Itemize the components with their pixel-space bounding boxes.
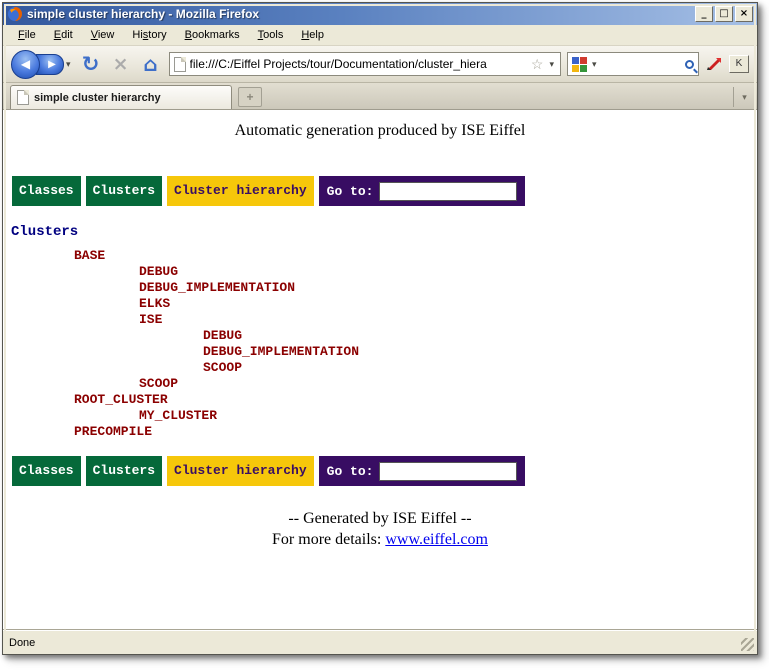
- reload-button[interactable]: ↻: [79, 52, 103, 76]
- url-input[interactable]: [190, 57, 527, 71]
- search-box[interactable]: ▾: [567, 52, 699, 76]
- status-bar: Done: [3, 630, 757, 654]
- tab-bar: simple cluster hierarchy + ▾: [3, 83, 757, 110]
- minimize-button[interactable]: _: [695, 6, 713, 22]
- browser-window: simple cluster hierarchy - Mozilla Firef…: [2, 2, 758, 655]
- search-input[interactable]: [602, 57, 682, 71]
- tree-item-debug-2[interactable]: DEBUG: [3, 328, 757, 344]
- goto-label: Go to:: [327, 184, 374, 199]
- search-magnifier-icon[interactable]: [685, 60, 694, 69]
- generation-note: Automatic generation produced by ISE Eif…: [3, 122, 757, 140]
- tree-item-debug-implementation-2[interactable]: DEBUG_IMPLEMENTATION: [3, 344, 757, 360]
- bookmark-star-icon[interactable]: ☆: [531, 56, 544, 73]
- stop-button[interactable]: ×: [109, 53, 133, 75]
- resize-grip-icon[interactable]: [741, 638, 755, 652]
- menu-bar: File Edit View History Bookmarks Tools H…: [3, 25, 757, 46]
- tree-item-ise[interactable]: ISE: [3, 312, 757, 328]
- tree-item-base[interactable]: BASE: [3, 248, 757, 264]
- firefox-icon: [7, 6, 23, 22]
- eiffel-link[interactable]: www.eiffel.com: [385, 531, 488, 548]
- forward-button[interactable]: ▶: [36, 54, 64, 75]
- generated-by-text: -- Generated by ISE Eiffel --: [3, 508, 757, 529]
- tree-item-debug[interactable]: DEBUG: [3, 264, 757, 280]
- history-dropdown-icon[interactable]: ▾: [64, 59, 73, 70]
- page-nav-row-bottom: Classes Clusters Cluster hierarchy Go to…: [12, 456, 757, 486]
- tree-item-precompile[interactable]: PRECOMPILE: [3, 424, 757, 440]
- cluster-hierarchy-button-bottom[interactable]: Cluster hierarchy: [167, 456, 314, 486]
- clusters-button-bottom[interactable]: Clusters: [86, 456, 162, 486]
- page-footer: -- Generated by ISE Eiffel -- For more d…: [3, 508, 757, 550]
- kaspersky-advisor-icon[interactable]: [705, 56, 723, 72]
- page-nav-row-top: Classes Clusters Cluster hierarchy Go to…: [12, 176, 757, 206]
- details-prefix-text: For more details:: [272, 531, 385, 548]
- menu-bookmarks[interactable]: Bookmarks: [176, 27, 249, 43]
- menu-view[interactable]: View: [82, 27, 124, 43]
- tree-item-root-cluster[interactable]: ROOT_CLUSTER: [3, 392, 757, 408]
- navigation-toolbar: ◀ ▶ ▾ ↻ × ⌂ ☆ ▾ ▾ K: [3, 46, 757, 83]
- status-text: Done: [9, 637, 35, 649]
- cluster-tree: BASE DEBUG DEBUG_IMPLEMENTATION ELKS ISE…: [3, 248, 757, 440]
- back-button[interactable]: ◀: [11, 50, 40, 79]
- page-favicon: [174, 57, 186, 72]
- window-title: simple cluster hierarchy - Mozilla Firef…: [27, 7, 691, 21]
- goto-box-bottom: Go to:: [319, 456, 526, 486]
- page-content: Automatic generation produced by ISE Eif…: [3, 110, 757, 630]
- menu-tools[interactable]: Tools: [249, 27, 293, 43]
- urlbar-dropdown-icon[interactable]: ▾: [547, 59, 556, 70]
- clusters-button[interactable]: Clusters: [86, 176, 162, 206]
- goto-box: Go to:: [319, 176, 526, 206]
- title-bar: simple cluster hierarchy - Mozilla Firef…: [3, 3, 757, 25]
- tree-item-elks[interactable]: ELKS: [3, 296, 757, 312]
- home-button[interactable]: ⌂: [139, 52, 163, 76]
- tab-label: simple cluster hierarchy: [34, 92, 161, 104]
- tab-simple-cluster-hierarchy[interactable]: simple cluster hierarchy: [10, 85, 232, 109]
- close-button[interactable]: ×: [735, 6, 753, 22]
- cluster-hierarchy-button[interactable]: Cluster hierarchy: [167, 176, 314, 206]
- clusters-heading: Clusters: [11, 224, 757, 240]
- goto-input[interactable]: [379, 182, 517, 201]
- tree-item-scoop-2[interactable]: SCOOP: [3, 376, 757, 392]
- search-engine-dropdown-icon[interactable]: ▾: [590, 59, 599, 70]
- classes-button-bottom[interactable]: Classes: [12, 456, 81, 486]
- back-icon: ◀: [21, 57, 30, 71]
- classes-button[interactable]: Classes: [12, 176, 81, 206]
- google-engine-icon: [572, 57, 587, 72]
- kaspersky-keyboard-button[interactable]: K: [729, 55, 749, 73]
- menu-help[interactable]: Help: [292, 27, 333, 43]
- forward-icon: ▶: [48, 59, 56, 70]
- tab-favicon: [17, 90, 29, 105]
- menu-history[interactable]: History: [123, 27, 175, 43]
- url-bar[interactable]: ☆ ▾: [169, 52, 561, 76]
- menu-file[interactable]: File: [9, 27, 45, 43]
- maximize-button[interactable]: □: [715, 6, 733, 22]
- menu-edit[interactable]: Edit: [45, 27, 82, 43]
- goto-input-bottom[interactable]: [379, 462, 517, 481]
- tree-item-scoop[interactable]: SCOOP: [3, 360, 757, 376]
- new-tab-button[interactable]: +: [238, 87, 262, 107]
- tree-item-debug-implementation[interactable]: DEBUG_IMPLEMENTATION: [3, 280, 757, 296]
- tree-item-my-cluster[interactable]: MY_CLUSTER: [3, 408, 757, 424]
- tab-list-dropdown-icon[interactable]: ▾: [733, 87, 755, 107]
- goto-label-bottom: Go to:: [327, 464, 374, 479]
